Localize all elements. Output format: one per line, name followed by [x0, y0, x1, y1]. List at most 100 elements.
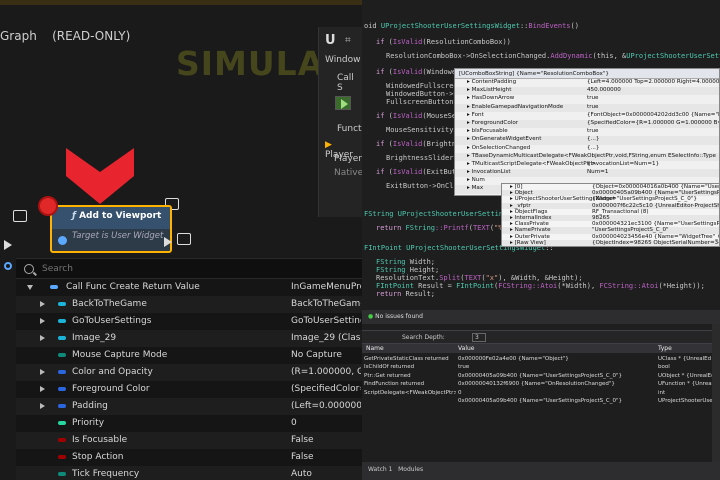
watch-row-name: Mouse Capture Mode — [72, 350, 168, 360]
datatip-row[interactable]: ▸ [Raw View] {ObjectIndex=98265 ObjectSer… — [502, 239, 719, 246]
watch-row[interactable]: Call Func Create Return Value InGameMenuP… — [16, 279, 362, 296]
watch-row-name: Padding — [72, 401, 108, 411]
datatip-row[interactable]: ▸ bIsFocusable true — [455, 128, 719, 136]
watch-row-name: GoToUserSettings — [72, 316, 152, 326]
datatip-key: ▸ bIsFocusable — [467, 128, 508, 135]
watch-row-name: Color and Opacity — [72, 367, 153, 377]
datatip-row[interactable]: ▸ Font {FontObject=0x0000004202dd3c00 {Na… — [455, 112, 719, 120]
datatip-value: true — [587, 95, 599, 102]
datatip-value: 0x00000405a09b400 {Name="UserSettingsPro… — [592, 190, 720, 197]
resume-play-button[interactable] — [335, 96, 351, 110]
call-stack-entry[interactable]: Player — [334, 154, 362, 164]
datatip-row[interactable]: ▸ ContentPadding {Left=4.000000 Top=2.000… — [455, 79, 719, 87]
chevron-down-icon[interactable] — [27, 285, 33, 290]
table-cell: Ptr::Get returned — [364, 372, 411, 379]
watch-row[interactable]: Image_29 Image_29 (Class: — [16, 330, 362, 347]
bottom-tabs[interactable]: Watch 1 Modules — [362, 462, 720, 480]
datatip-row[interactable]: ▸ EnableGamepadNavigationMode true — [455, 103, 719, 112]
watch-row-value: False — [291, 452, 314, 462]
search-input[interactable] — [42, 263, 342, 274]
datatip-combobox[interactable]: [UComboBoxString] {Name="ResolutionCombo… — [454, 68, 720, 196]
datatip-value: {Left=4.000000 Top=2.000000 Right=4.0000… — [587, 79, 720, 85]
code-line: BrightnessSlider-> — [386, 154, 462, 162]
datatip-key: ▸ TBaseDynamicMulticastDelegate<FWeakObj… — [467, 152, 716, 159]
type-pill-icon — [58, 302, 66, 306]
watch-row[interactable]: Mouse Capture Mode No Capture — [16, 347, 362, 364]
watch-row[interactable]: BackToTheGame BackToTheGame — [16, 296, 362, 313]
table-row[interactable]: 0x00000405a09b400 {Name="UserSettingsPro… — [362, 398, 720, 406]
chevron-right-icon[interactable] — [40, 386, 45, 392]
datatip-value: RF_Transactional (8) — [592, 208, 649, 215]
check-icon: ● — [368, 313, 374, 320]
datatip-key: ▸ OuterPrivate — [510, 233, 550, 240]
datatip-row[interactable]: ▸ ForegroundColor {SpecifiedColor={R=1.00… — [455, 119, 719, 129]
watch-row[interactable]: Tick Frequency Auto — [16, 466, 362, 480]
datatip-value: {Name="UserSettingsProjectS_C_0"} — [592, 196, 697, 203]
breakpoint-stop-icon[interactable] — [38, 196, 58, 216]
datatip-value: {FontObject=0x0000004202dd3c00 {Name="Ro… — [587, 111, 719, 118]
type-pill-icon — [58, 319, 66, 323]
watch-row[interactable]: Is Focusable False — [16, 432, 362, 449]
code-line: FIntPoint Result = FIntPoint(FCString::A… — [376, 282, 705, 290]
chevron-right-icon[interactable] — [40, 335, 45, 341]
datatip-key: ▸ Max — [467, 185, 484, 192]
type-pill-icon — [58, 370, 66, 374]
table-row[interactable]: FindFunction returned 0x00000040132f6900 … — [362, 381, 720, 389]
datatip-invocation[interactable]: ▸ [0] {Object=0x000004016a0b400 {Name="Us… — [501, 183, 720, 247]
watch-row[interactable]: GoToUserSettings GoToUserSetting — [16, 313, 362, 330]
chevron-right-icon[interactable] — [40, 318, 45, 324]
table-cell: UObject * {UnrealEd — [658, 372, 712, 379]
datatip-key: ▸ ClassPrivate — [510, 221, 549, 228]
datatip-value: true — [587, 128, 599, 135]
datatip-value: {InvocationList=Num=1} — [587, 160, 660, 167]
grid-icon[interactable]: ⌗ — [345, 35, 351, 46]
scrollbar[interactable] — [712, 324, 720, 462]
add-to-viewport-node[interactable]: ƒ Add to Viewport Target is User Widget — [50, 205, 172, 253]
call-stack-entry[interactable]: Native — [334, 168, 362, 178]
datatip-row[interactable]: ▸ OnSelectionChanged {...} — [455, 145, 719, 153]
target-pin-icon[interactable] — [58, 236, 67, 245]
table-row[interactable]: Ptr::Get returned 0x00000405a09b400 {Name… — [362, 373, 720, 381]
chevron-right-icon[interactable] — [40, 369, 45, 375]
datatip-value: 98265 — [592, 214, 610, 221]
datatip-header: [UComboBoxString] {Name="ResolutionCombo… — [455, 69, 719, 79]
datatip-row[interactable]: ▸ TMulticastScriptDelegate<FWeakObjectPt… — [455, 161, 719, 169]
code-line: if (IsValid(WindowedF — [376, 68, 465, 76]
watch-row[interactable]: Padding (Left=0.000000, To — [16, 398, 362, 415]
exec-pin-icon[interactable] — [4, 240, 12, 250]
chevron-right-icon[interactable] — [40, 301, 45, 307]
type-pill-icon — [58, 353, 66, 357]
watch-row-value: Auto — [291, 469, 312, 479]
table-row[interactable]: IsChildOf returned true bool — [362, 364, 720, 372]
datatip-row[interactable]: ▸ MaxListHeight 450.000000 — [455, 87, 719, 96]
type-pill-icon — [58, 472, 66, 476]
watch-row[interactable]: Priority 0 — [16, 415, 362, 432]
table-row[interactable]: ScriptDelegate<FWeakObjectPtr>::IsBound … — [362, 390, 720, 398]
watch-row[interactable]: Color and Opacity (R=1.000000, G=1. — [16, 364, 362, 381]
datatip-value: 450.000000 — [587, 87, 621, 94]
code-line: if (IsValid(ExitButto — [376, 168, 465, 176]
function-icon: ƒ — [72, 211, 76, 221]
table-cell: 0x00000405a09b400 {Name="UserSettingsPro… — [458, 372, 622, 379]
watch-row-name: Tick Frequency — [72, 469, 140, 479]
window-menu[interactable]: Window — [325, 55, 361, 65]
datatip-row[interactable]: ▸ OnGenerateWidgetEvent {...} — [455, 136, 719, 145]
chevron-right-icon[interactable] — [40, 403, 45, 409]
object-pin-icon[interactable] — [4, 262, 12, 270]
exec-output-pin-icon[interactable] — [164, 237, 172, 247]
datatip-row[interactable]: ▸ TBaseDynamicMulticastDelegate<FWeakObj… — [455, 152, 719, 161]
datatip-row[interactable]: ▸ InvocationList Num=1 — [455, 169, 719, 178]
code-line: WindowedButton->Se — [386, 90, 462, 98]
table-row[interactable]: GetPrivateStaticClass returned 0x000000Fe… — [362, 356, 720, 364]
datatip-key: ▸ Num — [467, 177, 485, 184]
search-depth-select[interactable]: 3 — [472, 333, 486, 342]
datatip-row[interactable]: ▸ HasDownArrow true — [455, 95, 719, 103]
search-icon — [24, 263, 34, 274]
type-pill-icon — [58, 404, 66, 408]
watch-row[interactable]: Stop Action False — [16, 449, 362, 466]
watch-row-name: Priority — [72, 418, 105, 428]
watch-row-value: GoToUserSetting — [291, 316, 361, 326]
watch-row[interactable]: Foreground Color (SpecifiedColor=(R= — [16, 381, 362, 398]
functions-label: Functio — [337, 124, 362, 134]
table-cell: IsChildOf returned — [364, 364, 415, 371]
